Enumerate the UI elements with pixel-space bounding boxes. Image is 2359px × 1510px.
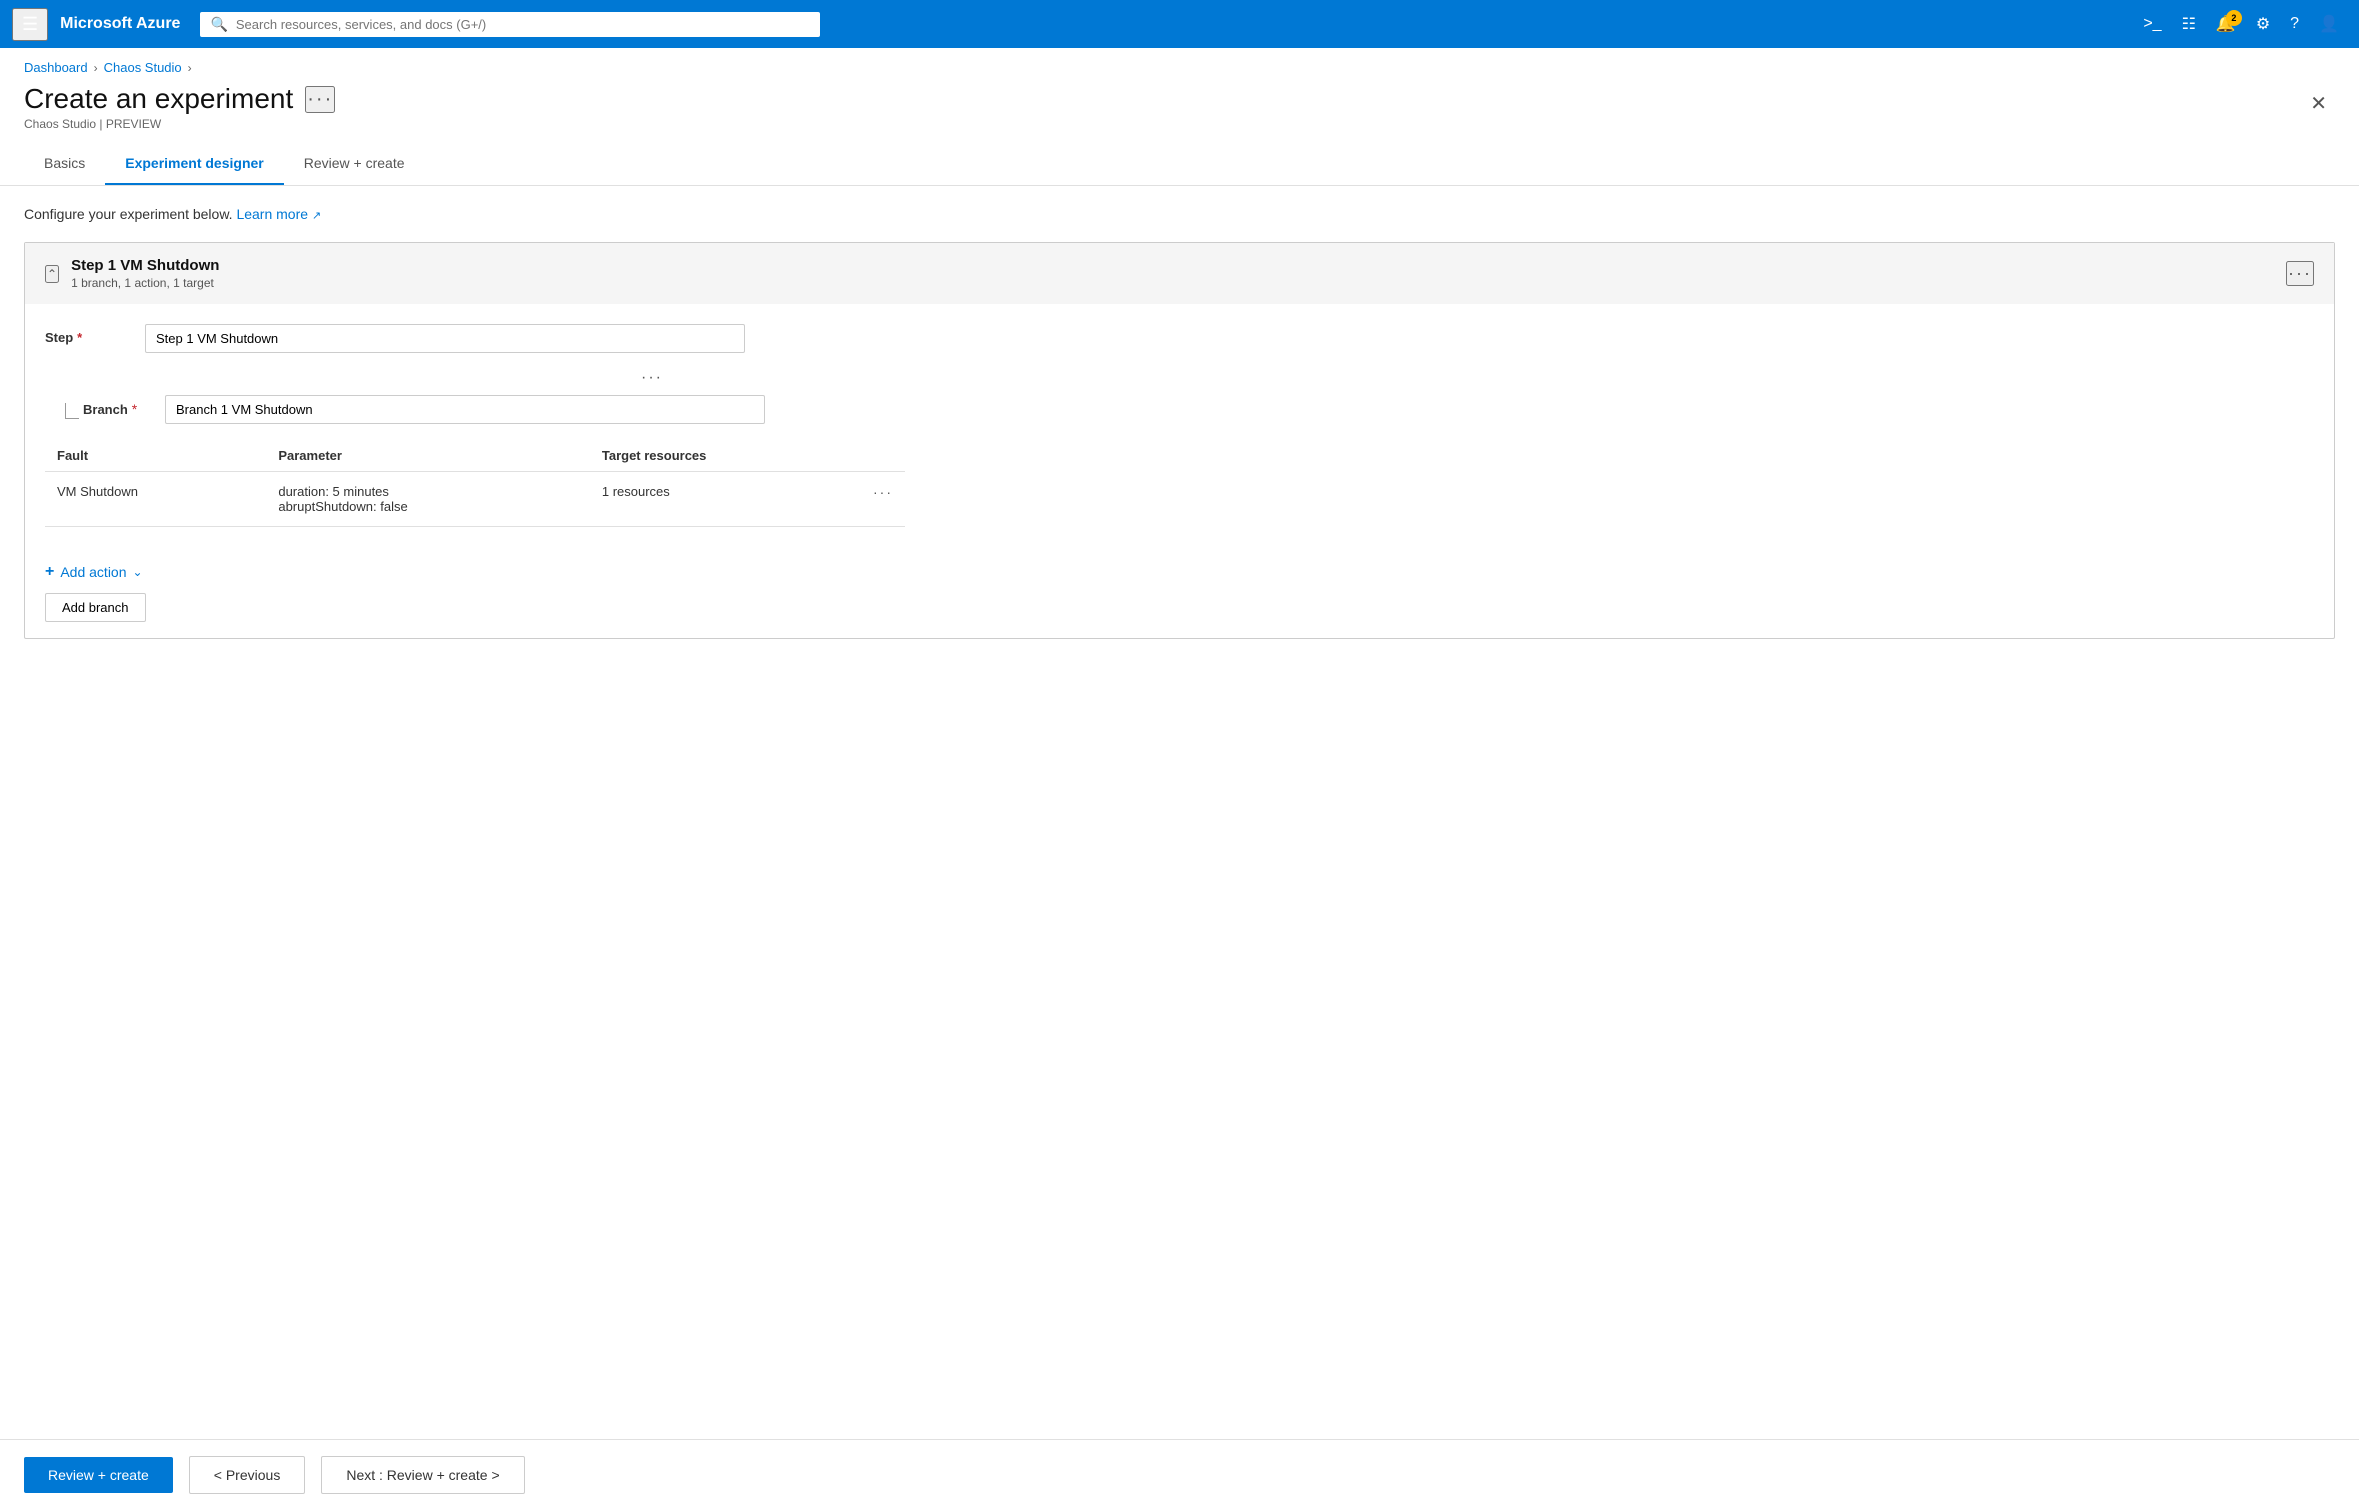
content-area: Configure your experiment below. Learn m…: [0, 186, 2359, 1439]
page-subtitle: Chaos Studio | PREVIEW: [24, 117, 335, 131]
fault-row-options-button[interactable]: ···: [873, 484, 893, 500]
page-header: Create an experiment ··· Chaos Studio | …: [0, 79, 2359, 131]
parameter-col-header: Parameter: [266, 440, 590, 472]
account-button[interactable]: 👤: [2311, 8, 2347, 40]
add-action-label: Add action: [60, 564, 126, 580]
add-branch-button[interactable]: Add branch: [45, 593, 146, 622]
target-resources-cell: 1 resources: [590, 472, 861, 527]
target-resources-col-header: Target resources: [590, 440, 861, 472]
actions-col-header: [861, 440, 905, 472]
step-name-input[interactable]: [145, 324, 745, 353]
cloud-shell-icon: >_: [2143, 15, 2161, 32]
bottom-bar: Review + create < Previous Next : Review…: [0, 1439, 2359, 1510]
tab-basics[interactable]: Basics: [24, 147, 105, 185]
external-link-icon: ↗: [312, 210, 321, 222]
next-button[interactable]: Next : Review + create >: [321, 1456, 524, 1494]
main-container: Dashboard › Chaos Studio › Create an exp…: [0, 48, 2359, 1510]
step-label-text: Step: [45, 330, 73, 345]
page-header-left: Create an experiment ··· Chaos Studio | …: [24, 83, 335, 131]
help-button[interactable]: ?: [2282, 9, 2307, 39]
fault-col-header: Fault: [45, 440, 266, 472]
learn-more-link[interactable]: Learn more ↗: [236, 206, 321, 222]
notification-badge: 2: [2226, 10, 2242, 26]
step-field-dots-row: ···: [45, 369, 665, 387]
previous-button[interactable]: < Previous: [189, 1456, 306, 1494]
fault-table: Fault Parameter Target resources VM Shut…: [45, 440, 905, 527]
plus-icon: +: [45, 563, 54, 581]
notifications-button[interactable]: 🔔 2: [2208, 8, 2244, 40]
fault-table-body: VM Shutdown duration: 5 minutesabruptShu…: [45, 472, 905, 527]
fault-cell: VM Shutdown: [45, 472, 266, 527]
branch-label-wrap: Branch *: [65, 395, 145, 417]
step-header-left: ⌃ Step 1 VM Shutdown 1 branch, 1 action,…: [45, 257, 219, 290]
account-icon: 👤: [2319, 16, 2339, 33]
breadcrumb-chaos-studio[interactable]: Chaos Studio: [104, 60, 182, 75]
parameter-cell: duration: 5 minutesabruptShutdown: false: [266, 472, 590, 527]
step-options-button[interactable]: ···: [2286, 261, 2314, 286]
step-body: Step * ··· Branch *: [25, 304, 2334, 547]
step-field-row: Step *: [45, 324, 2314, 353]
directory-button[interactable]: ☷: [2174, 8, 2204, 40]
gear-icon: ⚙: [2256, 16, 2270, 33]
review-create-button[interactable]: Review + create: [24, 1457, 173, 1493]
add-action-button[interactable]: + Add action ⌄: [45, 563, 143, 581]
branch-field-label: Branch: [83, 402, 128, 417]
breadcrumb-dashboard[interactable]: Dashboard: [24, 60, 88, 75]
nav-icons: >_ ☷ 🔔 2 ⚙ ? 👤: [2135, 8, 2347, 40]
breadcrumb-sep-2: ›: [188, 61, 192, 75]
add-action-row: + Add action ⌄: [25, 547, 2334, 589]
help-icon: ?: [2290, 15, 2299, 32]
fault-table-header: Fault Parameter Target resources: [45, 440, 905, 472]
step-collapse-button[interactable]: ⌃: [45, 265, 59, 283]
tab-review-create[interactable]: Review + create: [284, 147, 425, 185]
page-title-text: Create an experiment: [24, 83, 293, 115]
branch-elbow-icon: [65, 403, 79, 419]
step-header-info: Step 1 VM Shutdown 1 branch, 1 action, 1…: [71, 257, 219, 290]
add-action-chevron-icon: ⌄: [133, 565, 143, 579]
step-field-label: Step *: [45, 324, 125, 345]
branch-field-row: Branch *: [65, 395, 2314, 424]
step-subtitle: 1 branch, 1 action, 1 target: [71, 276, 219, 290]
top-navigation: ☰ Microsoft Azure 🔍 >_ ☷ 🔔 2 ⚙ ? 👤: [0, 0, 2359, 48]
step-field-dots-button[interactable]: ···: [641, 369, 663, 387]
tab-experiment-designer[interactable]: Experiment designer: [105, 147, 284, 185]
cloud-shell-button[interactable]: >_: [2135, 9, 2169, 39]
tabs: Basics Experiment designer Review + crea…: [0, 131, 2359, 186]
page-title-dots-button[interactable]: ···: [305, 86, 335, 113]
settings-button[interactable]: ⚙: [2248, 8, 2278, 40]
branch-required-indicator: *: [132, 401, 137, 417]
breadcrumb-sep-1: ›: [94, 61, 98, 75]
table-row: VM Shutdown duration: 5 minutesabruptShu…: [45, 472, 905, 527]
breadcrumb: Dashboard › Chaos Studio ›: [0, 48, 2359, 79]
search-input[interactable]: [236, 17, 811, 32]
hamburger-menu[interactable]: ☰: [12, 8, 48, 41]
page-wrapper: Dashboard › Chaos Studio › Create an exp…: [0, 48, 2359, 1510]
configure-text: Configure your experiment below. Learn m…: [24, 206, 2335, 222]
learn-more-text: Learn more: [236, 206, 308, 222]
step-container: ⌃ Step 1 VM Shutdown 1 branch, 1 action,…: [24, 242, 2335, 639]
page-title: Create an experiment ···: [24, 83, 335, 115]
azure-logo: Microsoft Azure: [60, 15, 180, 33]
search-bar[interactable]: 🔍: [200, 12, 820, 37]
step-required-indicator: *: [77, 330, 82, 345]
close-button[interactable]: ✕: [2302, 87, 2335, 120]
branch-name-input[interactable]: [165, 395, 765, 424]
step-header: ⌃ Step 1 VM Shutdown 1 branch, 1 action,…: [25, 243, 2334, 304]
search-icon: 🔍: [210, 16, 227, 33]
row-actions-cell: ···: [861, 472, 905, 527]
step-title: Step 1 VM Shutdown: [71, 257, 219, 274]
configure-text-label: Configure your experiment below.: [24, 206, 233, 222]
directory-icon: ☷: [2182, 16, 2196, 33]
